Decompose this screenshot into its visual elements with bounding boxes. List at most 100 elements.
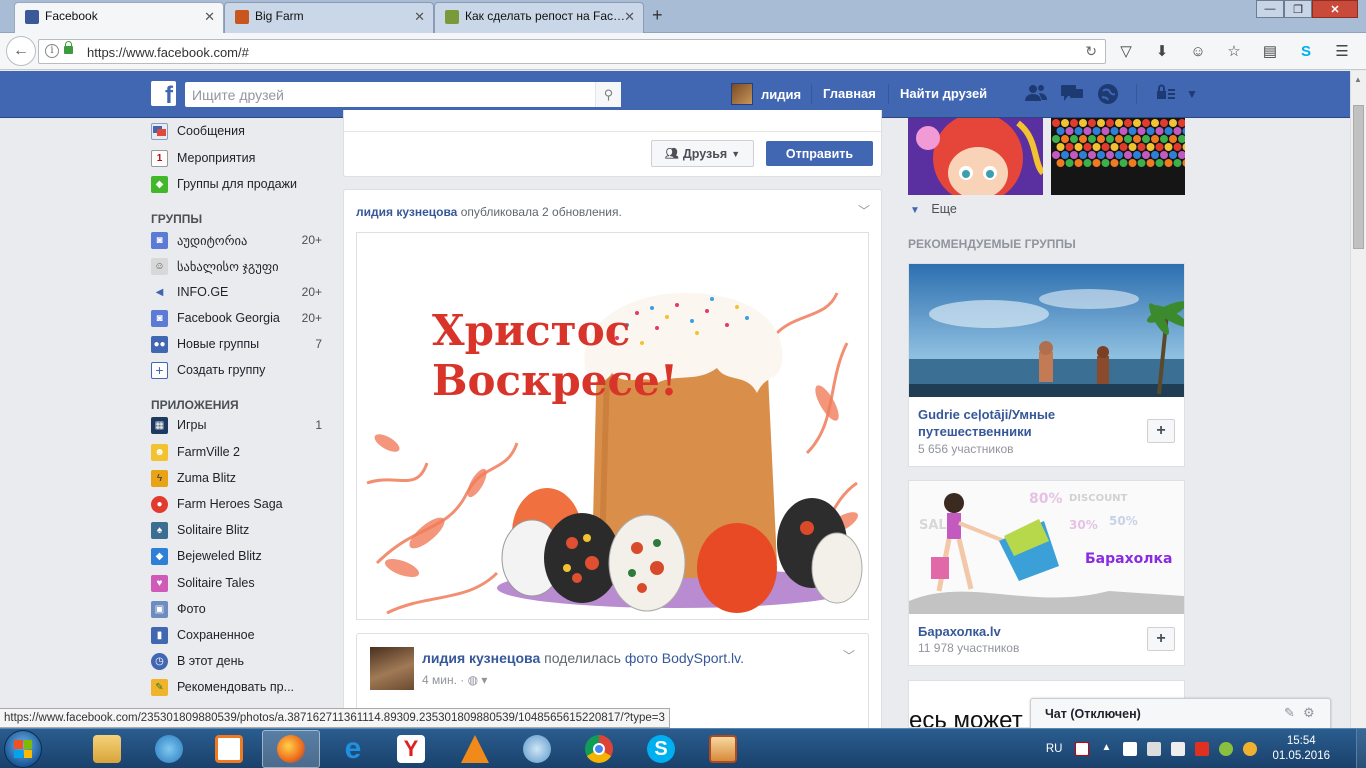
tab-big-farm[interactable]: Big Farm ✕ <box>224 2 434 33</box>
groups-heading[interactable]: ГРУППЫ <box>151 212 202 226</box>
sidebar-item-group[interactable]: ◙ Facebook Georgia 20+ <box>151 307 331 329</box>
sidebar-item-messages[interactable]: Сообщения <box>151 120 331 142</box>
facebook-logo-icon[interactable]: f <box>151 81 176 106</box>
taskbar-firefox[interactable] <box>262 730 320 768</box>
privacy-shortcuts-icon[interactable] <box>1154 83 1178 105</box>
gear-icon[interactable]: ⚙ <box>1303 705 1315 721</box>
taskbar-skype[interactable]: S <box>632 730 690 768</box>
language-indicator[interactable]: RU <box>1046 743 1063 755</box>
close-tab-icon[interactable]: ✕ <box>414 9 425 25</box>
shared-photo-link[interactable]: фото BodySport.lv. <box>625 650 744 666</box>
scrollbar-thumb[interactable] <box>1353 105 1364 249</box>
search-input[interactable] <box>185 82 585 107</box>
taskbar-vlc[interactable] <box>446 730 504 768</box>
close-tab-icon[interactable]: ✕ <box>204 9 215 25</box>
sidebar-item-saved[interactable]: ▮ Сохраненное <box>151 624 331 646</box>
group-name-link[interactable]: Gudrie ceļotāji/Умные путешественники <box>918 406 1118 440</box>
new-tab-button[interactable]: + <box>652 6 663 24</box>
sidebar-item-app[interactable]: ♥ Solitaire Tales <box>151 572 331 594</box>
tab-facebook[interactable]: Facebook ✕ <box>14 2 224 33</box>
volume-muted-icon[interactable] <box>1195 742 1210 756</box>
sidebar-item-group[interactable]: ◙ აუდიტორია 20+ <box>151 229 331 251</box>
back-button[interactable]: ← <box>6 36 36 66</box>
clock[interactable]: 15:54 01.05.2016 <box>1272 734 1330 764</box>
close-tab-icon[interactable]: ✕ <box>624 9 635 25</box>
close-window-button[interactable]: ✕ <box>1312 0 1358 18</box>
apps-heading[interactable]: ПРИЛОЖЕНИЯ <box>151 398 239 412</box>
audience-selector-button[interactable]: 👥︎ Друзья ▼ <box>651 140 754 167</box>
friend-requests-icon[interactable] <box>1024 83 1048 105</box>
display-icon[interactable] <box>1171 742 1186 756</box>
site-info-icon[interactable]: i <box>45 44 59 58</box>
skype-icon[interactable]: S <box>1296 41 1316 61</box>
taskbar-media[interactable] <box>200 730 258 768</box>
sidebar-item-app[interactable]: ● Farm Heroes Saga <box>151 493 331 515</box>
more-games-link[interactable]: ▼ Еще <box>910 202 957 216</box>
game-thumbnail[interactable] <box>1051 118 1185 195</box>
taskbar-people[interactable] <box>140 730 198 768</box>
menu-icon[interactable]: ☰ <box>1332 41 1352 61</box>
sidebar-item-games[interactable]: ▦ Игры 1 <box>151 414 331 436</box>
address-bar[interactable]: i https://www.facebook.com/# ↻ <box>38 39 1106 64</box>
profile-link[interactable]: лидия <box>731 83 801 105</box>
sidebar-item-photos[interactable]: ▣ Фото <box>151 598 331 620</box>
pocket-icon[interactable]: ▽ <box>1116 41 1136 61</box>
timestamp[interactable]: 4 мин. <box>422 673 457 687</box>
join-group-button[interactable]: + <box>1147 419 1175 443</box>
find-friends-link[interactable]: Найти друзей <box>900 86 987 101</box>
taskbar-audio[interactable] <box>508 730 566 768</box>
network-icon[interactable] <box>1147 742 1162 756</box>
group-name-link[interactable]: Барахолка.lv <box>918 623 1118 640</box>
download-icon[interactable]: ⬇ <box>1152 41 1172 61</box>
tray-expand-icon[interactable]: ▲ <box>1099 742 1113 756</box>
post-options-chevron-down-icon[interactable]: ﹀ <box>858 202 870 219</box>
updates-icon[interactable] <box>1243 742 1258 756</box>
taskbar-yandex[interactable]: Y <box>382 730 440 768</box>
messages-icon[interactable] <box>1060 83 1084 105</box>
url-text[interactable]: https://www.facebook.com/# <box>87 45 249 60</box>
account-menu-chevron-down-icon[interactable]: ▼ <box>1180 83 1204 105</box>
sidebar-item-events[interactable]: 1 Мероприятия <box>151 147 331 169</box>
sidebar-item-app[interactable]: ☻ FarmVille 2 <box>151 441 331 463</box>
avatar[interactable] <box>370 647 414 690</box>
sidebar-item-recommend[interactable]: ✎ Рекомендовать пр... <box>151 676 331 698</box>
tab-repost-howto[interactable]: Как сделать репост на Fac… ✕ <box>434 2 644 33</box>
sidebar-item-app[interactable]: ♠ Solitaire Blitz <box>151 519 331 541</box>
antivirus-icon[interactable] <box>1075 742 1090 756</box>
show-desktop-button[interactable] <box>1356 729 1366 768</box>
shared-options-chevron-down-icon[interactable]: ﹀ <box>843 647 855 664</box>
action-center-icon[interactable] <box>1123 742 1138 756</box>
notifications-globe-icon[interactable] <box>1096 83 1120 105</box>
chat-bar[interactable]: Чат (Отключен) ✎ ⚙ <box>1030 698 1331 728</box>
scroll-up-icon[interactable]: ▲ <box>1354 75 1362 84</box>
reload-icon[interactable]: ↻ <box>1085 43 1097 60</box>
group-cover-photo[interactable] <box>909 264 1184 397</box>
taskbar-chrome[interactable] <box>570 730 628 768</box>
taskbar-ie[interactable]: e <box>324 730 382 768</box>
sync-icon[interactable] <box>1219 742 1234 756</box>
sidebar-item-new-groups[interactable]: ●● Новые группы 7 <box>151 333 331 355</box>
reading-list-icon[interactable]: ▤ <box>1260 41 1280 61</box>
post-button[interactable]: Отправить <box>766 141 873 166</box>
sidebar-item-sale-groups[interactable]: ◆ Группы для продажи <box>151 173 331 195</box>
game-thumbnail[interactable] <box>908 118 1043 195</box>
new-message-icon[interactable]: ✎ <box>1284 705 1295 721</box>
sidebar-item-on-this-day[interactable]: ◷ В этот день <box>151 650 331 672</box>
join-group-button[interactable]: + <box>1147 627 1175 651</box>
taskbar-app[interactable] <box>694 730 752 768</box>
group-cover-photo[interactable]: 80% DISCOUNT 30% 50% SALE DISCOUNT Барах… <box>909 481 1184 614</box>
start-button[interactable] <box>4 730 42 768</box>
shared-author-link[interactable]: лидия кузнецова <box>422 650 540 666</box>
search-icon[interactable]: ⚲ <box>595 82 621 107</box>
post-author-link[interactable]: лидия кузнецова <box>356 205 457 219</box>
post-photo[interactable]: Христос Воскресе! <box>356 232 869 620</box>
globe-privacy-icon[interactable]: ◍ ▾ <box>468 673 488 687</box>
sidebar-item-create-group[interactable]: + Создать группу <box>151 359 331 381</box>
restore-button[interactable]: ❐ <box>1284 0 1312 18</box>
minimize-button[interactable]: — <box>1256 0 1284 18</box>
sidebar-item-app[interactable]: ◆ Bejeweled Blitz <box>151 545 331 567</box>
hello-icon[interactable]: ☺ <box>1188 41 1208 61</box>
sidebar-item-group[interactable]: ☺ სახალისო ჯგუფი <box>151 255 331 277</box>
taskbar-explorer[interactable] <box>78 730 136 768</box>
bookmark-star-icon[interactable]: ☆ <box>1224 41 1244 61</box>
